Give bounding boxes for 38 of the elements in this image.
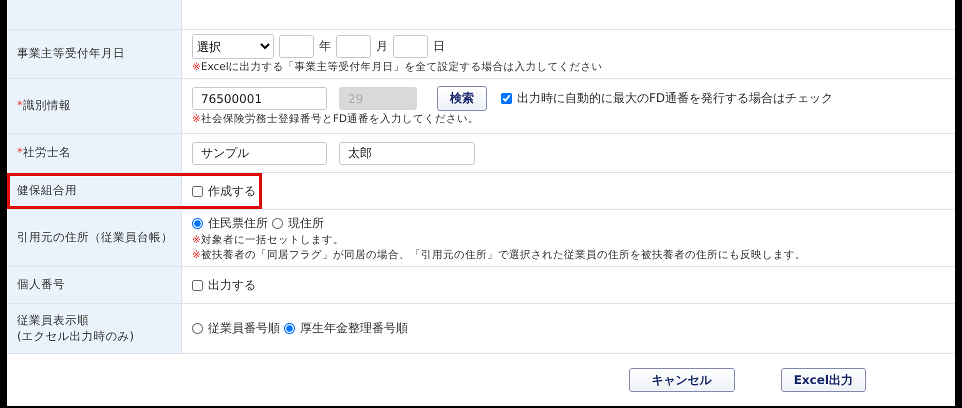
date-input[interactable] xyxy=(393,35,428,58)
unit-label: 日 xyxy=(433,38,445,55)
cancel-button[interactable]: キャンセル xyxy=(628,368,735,392)
radio-label[interactable]: 住民票住所 xyxy=(208,214,268,232)
radio-button[interactable] xyxy=(272,218,283,228)
radio-label[interactable]: 従業員番号順 xyxy=(208,320,280,338)
export-button[interactable]: Excel出力 xyxy=(780,368,866,392)
field-label: *社労士名 xyxy=(17,145,71,161)
date-input[interactable] xyxy=(279,35,314,58)
checkbox[interactable] xyxy=(192,280,203,291)
note-text: ※対象者に一括セットします。 xyxy=(192,234,345,247)
field-label: *識別情報 xyxy=(17,98,71,114)
date-input[interactable] xyxy=(336,35,371,58)
field-label: 引用元の住所（従業員台帳） xyxy=(17,230,173,246)
radio-label[interactable]: 厚生年金整理番号順 xyxy=(300,320,408,338)
field-label: 従業員表示順 (エクセル出力時のみ) xyxy=(17,313,134,344)
checkbox[interactable] xyxy=(192,186,203,197)
field-label: 健保組合用 xyxy=(17,183,77,199)
checkbox[interactable] xyxy=(501,93,512,104)
checkbox-label[interactable]: 出力時に自動的に最大のFD通番を発行する場合はチェック xyxy=(517,90,834,108)
field-label: 個人番号 xyxy=(17,277,65,293)
number-field[interactable]: 76500001 xyxy=(192,87,327,110)
note-text: ※Excelに出力する「事業主等受付年月日」を全て設定する場合は入力してください xyxy=(192,61,604,74)
note-text: ※被扶養者の「同居フラグ」が同居の場合、「引用元の住所」で選択された従業員の住所を被扶養者の住所にも反映します。 xyxy=(192,248,807,262)
radio-button[interactable] xyxy=(192,218,203,228)
checkbox-label[interactable]: 出力する xyxy=(208,276,256,294)
radio-label[interactable]: 現住所 xyxy=(288,214,324,232)
unit-label: 月 xyxy=(376,38,388,55)
field-label: 事業主等受付年月日 xyxy=(17,46,125,62)
radio-button[interactable] xyxy=(284,323,295,334)
unit-label: 年 xyxy=(319,38,331,55)
search-button[interactable]: 検索 xyxy=(437,86,487,112)
name-field[interactable]: 太郎 xyxy=(339,142,475,165)
checkbox-label[interactable]: 作成する xyxy=(208,182,256,200)
radio-button[interactable] xyxy=(192,323,203,334)
date-era-select[interactable]: 選択 xyxy=(192,34,274,59)
name-field[interactable]: サンプル xyxy=(192,142,327,165)
note-text: ※社会保険労務士登録番号とFD通番を入力してください。 xyxy=(192,113,480,126)
